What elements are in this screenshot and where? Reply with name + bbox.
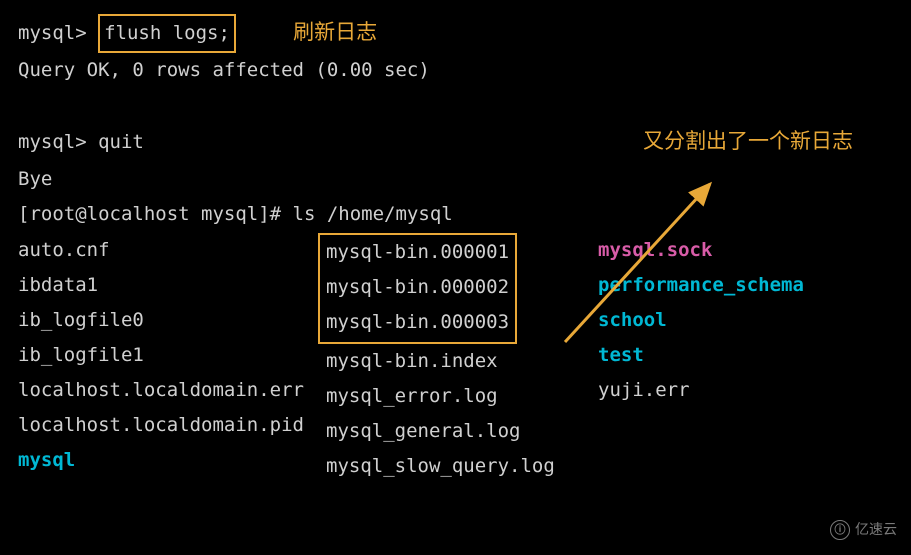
file-item: mysql-bin.000002	[326, 270, 509, 305]
shell-line: [root@localhost mysql]# ls /home/mysql	[18, 197, 893, 232]
file-item: auto.cnf	[18, 233, 318, 268]
file-item: mysql-bin.index	[318, 344, 598, 379]
file-item: mysql_slow_query.log	[318, 449, 598, 484]
blank-line	[18, 88, 893, 123]
annotation-new-log: 又分割出了一个新日志	[643, 123, 853, 162]
file-listing: auto.cnf ibdata1 ib_logfile0 ib_logfile1…	[18, 233, 893, 485]
binlog-highlight-box: mysql-bin.000001 mysql-bin.000002 mysql-…	[318, 233, 517, 344]
file-column-3: mysql.sock performance_schema school tes…	[598, 233, 848, 409]
file-item-dir: school	[598, 303, 848, 338]
watermark-icon: ⓘ	[830, 520, 850, 540]
shell-prompt: [root@localhost mysql]#	[18, 203, 293, 225]
file-item-dir: performance_schema	[598, 268, 848, 303]
file-item: ibdata1	[18, 268, 318, 303]
file-item: yuji.err	[598, 373, 848, 408]
file-item: mysql-bin.000003	[326, 305, 509, 340]
query-ok-line: Query OK, 0 rows affected (0.00 sec)	[18, 53, 893, 88]
file-item: mysql-bin.000001	[326, 235, 509, 270]
watermark-text: 亿速云	[855, 517, 897, 543]
file-item-dir: mysql	[18, 443, 318, 478]
file-item-dir: test	[598, 338, 848, 373]
mysql-line-1: mysql> flush logs; 刷新日志	[18, 14, 893, 53]
mysql-quit-line: mysql> quit	[18, 125, 144, 160]
watermark: ⓘ 亿速云	[830, 517, 897, 543]
flush-logs-command: flush logs;	[104, 22, 230, 44]
file-item: ib_logfile1	[18, 338, 318, 373]
file-item: mysql_general.log	[318, 414, 598, 449]
file-item: localhost.localdomain.err	[18, 373, 318, 408]
quit-command: quit	[98, 131, 144, 153]
file-item: localhost.localdomain.pid	[18, 408, 318, 443]
bye-line: Bye	[18, 162, 893, 197]
file-item-sock: mysql.sock	[598, 233, 848, 268]
file-item: mysql_error.log	[318, 379, 598, 414]
mysql-prompt: mysql>	[18, 22, 98, 44]
file-column-2: mysql-bin.000001 mysql-bin.000002 mysql-…	[318, 233, 598, 485]
file-item: ib_logfile0	[18, 303, 318, 338]
annotation-refresh-log: 刷新日志	[293, 14, 377, 53]
file-column-1: auto.cnf ibdata1 ib_logfile0 ib_logfile1…	[18, 233, 318, 479]
mysql-prompt-2: mysql>	[18, 131, 98, 153]
ls-command: ls /home/mysql	[293, 203, 453, 225]
flush-logs-command-box: flush logs;	[98, 14, 236, 53]
